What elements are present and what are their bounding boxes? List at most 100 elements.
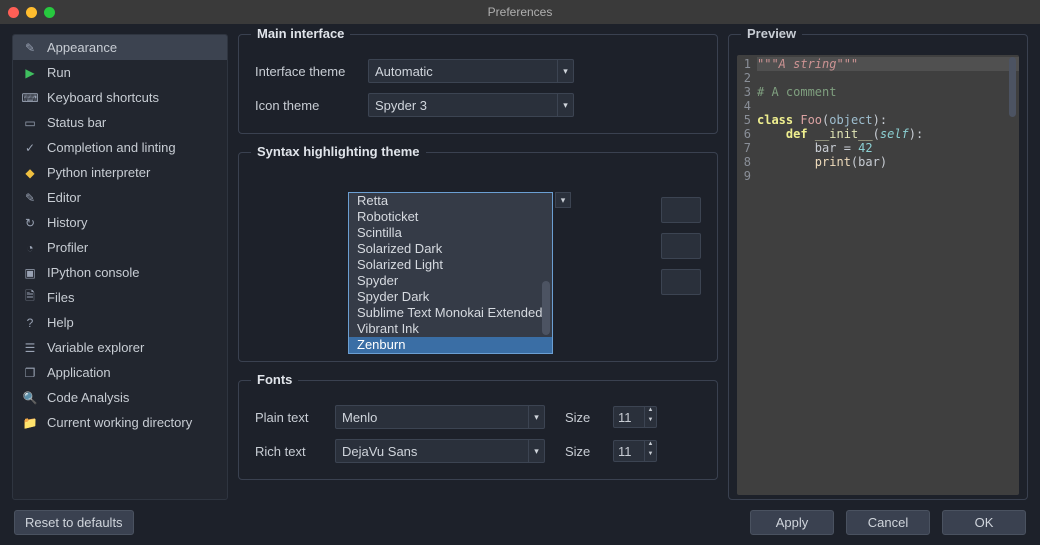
sidebar-item-status-bar[interactable]: ▭Status bar <box>13 110 227 135</box>
code-text: print(bar) <box>757 155 1019 169</box>
line-number: 6 <box>737 127 757 141</box>
theme-option[interactable]: Sublime Text Monokai Extended <box>349 305 552 321</box>
list-icon: ☰ <box>23 341 37 355</box>
plain-text-font-value: Menlo <box>342 410 377 425</box>
rich-size-label: Size <box>565 444 605 459</box>
theme-option[interactable]: Solarized Light <box>349 257 552 273</box>
sidebar-item-current-working-directory[interactable]: 📁 Current working directory <box>13 410 227 435</box>
theme-option[interactable]: Retta <box>349 193 552 209</box>
sidebar-item-label: Keyboard shortcuts <box>47 90 159 105</box>
stepper-up-icon[interactable]: ▲ <box>645 407 656 417</box>
sidebar-item-keyboard-shortcuts[interactable]: ⌨ Keyboard shortcuts <box>13 85 227 110</box>
chevron-down-icon: ▾ <box>561 195 566 206</box>
syntax-side-button-1[interactable] <box>661 197 701 223</box>
rich-size-value: 11 <box>618 444 632 459</box>
keyboard-icon: ⌨ <box>23 91 37 105</box>
sidebar-item-label: Python interpreter <box>47 165 150 180</box>
sidebar-item-label: Editor <box>47 190 81 205</box>
syntax-side-button-3[interactable] <box>661 269 701 295</box>
sidebar-item-python-interpreter[interactable]: ◆ Python interpreter <box>13 160 227 185</box>
reset-defaults-button[interactable]: Reset to defaults <box>14 510 134 535</box>
line-number: 8 <box>737 155 757 169</box>
footer: Reset to defaults Apply Cancel OK <box>0 500 1040 545</box>
window-icon: ❐ <box>23 366 37 380</box>
line-number: 9 <box>737 169 757 183</box>
stepper-up-icon[interactable]: ▲ <box>645 441 656 451</box>
sidebar-item-variable-explorer[interactable]: ☰ Variable explorer <box>13 335 227 360</box>
minimize-window-button[interactable] <box>26 7 37 18</box>
icon-theme-select[interactable]: Spyder 3 ▾ <box>368 93 574 117</box>
preview-title: Preview <box>741 26 802 41</box>
close-window-button[interactable] <box>8 7 19 18</box>
sidebar-item-label: Current working directory <box>47 415 192 430</box>
sidebar-item-label: Code Analysis <box>47 390 129 405</box>
syntax-theme-combo-button[interactable]: ▾ <box>555 192 571 208</box>
theme-option[interactable]: Spyder <box>349 273 552 289</box>
sidebar-item-application[interactable]: ❐Application <box>13 360 227 385</box>
scrollbar-thumb[interactable] <box>542 281 550 335</box>
pencil-icon: ✎ <box>23 191 37 205</box>
theme-option[interactable]: Vibrant Ink <box>349 321 552 337</box>
titlebar: Preferences <box>0 0 1040 24</box>
theme-option[interactable]: Zenburn <box>349 337 552 353</box>
folder-icon: 📁 <box>23 416 37 430</box>
sidebar-item-code-analysis[interactable]: 🔍 Code Analysis <box>13 385 227 410</box>
sidebar-item-label: Completion and linting <box>47 140 176 155</box>
zoom-window-button[interactable] <box>44 7 55 18</box>
sidebar-item-label: History <box>47 215 87 230</box>
rich-text-font-select[interactable]: DejaVu Sans ▾ <box>335 439 545 463</box>
python-icon: ◆ <box>23 166 37 180</box>
plain-text-font-select[interactable]: Menlo ▾ <box>335 405 545 429</box>
sidebar-item-label: Help <box>47 315 74 330</box>
plain-size-value: 11 <box>618 410 632 425</box>
plain-size-label: Size <box>565 410 605 425</box>
code-text <box>757 169 1019 183</box>
code-line: 5class Foo(object): <box>737 113 1019 127</box>
syntax-theme-listbox[interactable]: RettaRoboticketScintillaSolarized DarkSo… <box>348 192 553 354</box>
stepper-down-icon[interactable]: ▼ <box>645 451 656 461</box>
code-text: """A string""" <box>757 57 1019 71</box>
chevron-down-icon: ▾ <box>557 60 573 82</box>
theme-option[interactable]: Roboticket <box>349 209 552 225</box>
sidebar-item-label: Appearance <box>47 40 117 55</box>
interface-theme-value: Automatic <box>375 64 433 79</box>
search-icon: 🔍 <box>23 391 37 405</box>
plain-size-input[interactable]: 11 ▲▼ <box>613 406 657 428</box>
cancel-button[interactable]: Cancel <box>846 510 930 535</box>
syntax-side-button-2[interactable] <box>661 233 701 259</box>
main-interface-panel: Main interface Interface theme Automatic… <box>238 34 718 134</box>
code-text: class Foo(object): <box>757 113 1019 127</box>
sidebar-item-help[interactable]: ?Help <box>13 310 227 335</box>
sidebar-item-appearance[interactable]: ✎Appearance <box>13 35 227 60</box>
interface-theme-select[interactable]: Automatic ▾ <box>368 59 574 83</box>
theme-option[interactable]: Solarized Dark <box>349 241 552 257</box>
sidebar-item-completion-and-linting[interactable]: ✓Completion and linting <box>13 135 227 160</box>
sidebar-item-profiler[interactable]: ◔Profiler <box>13 235 227 260</box>
theme-option[interactable]: Spyder Dark <box>349 289 552 305</box>
rich-size-input[interactable]: 11 ▲▼ <box>613 440 657 462</box>
monitor-icon: ▭ <box>23 116 37 130</box>
scrollbar-thumb[interactable] <box>1009 57 1016 117</box>
stepper-down-icon[interactable]: ▼ <box>645 417 656 427</box>
line-number: 3 <box>737 85 757 99</box>
code-text: # A comment <box>757 85 1019 99</box>
sidebar-item-files[interactable]: 🗎Files <box>13 285 227 310</box>
sidebar-item-ipython-console[interactable]: ▣IPython console <box>13 260 227 285</box>
console-icon: ▣ <box>23 266 37 280</box>
sidebar-item-history[interactable]: ↻History <box>13 210 227 235</box>
theme-option[interactable]: Scintilla <box>349 225 552 241</box>
apply-button[interactable]: Apply <box>750 510 834 535</box>
sidebar-item-run[interactable]: ▶Run <box>13 60 227 85</box>
ok-button[interactable]: OK <box>942 510 1026 535</box>
rich-text-label: Rich text <box>255 444 327 459</box>
syntax-theme-dropdown: RettaRoboticketScintillaSolarized DarkSo… <box>348 192 553 354</box>
line-number: 1 <box>737 57 757 71</box>
rich-text-font-value: DejaVu Sans <box>342 444 417 459</box>
sidebar-item-label: Variable explorer <box>47 340 144 355</box>
code-text: def __init__(self): <box>757 127 1019 141</box>
code-text: bar = 42 <box>757 141 1019 155</box>
icon-theme-value: Spyder 3 <box>375 98 427 113</box>
line-number: 7 <box>737 141 757 155</box>
files-icon: 🗎 <box>23 291 37 305</box>
sidebar-item-editor[interactable]: ✎ Editor <box>13 185 227 210</box>
